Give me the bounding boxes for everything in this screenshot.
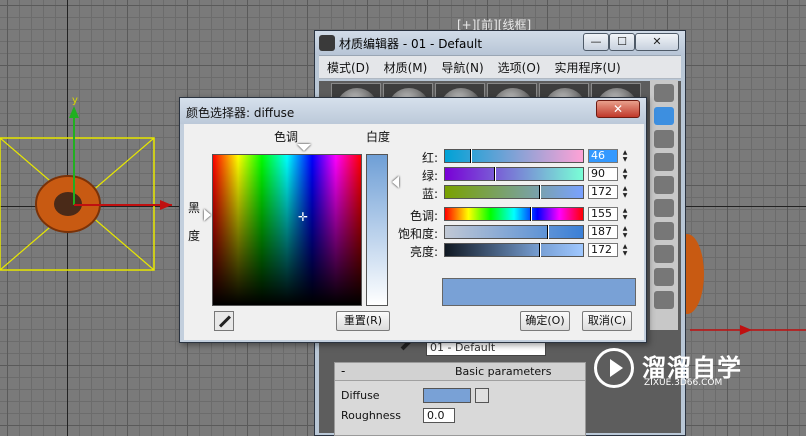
saturation-value-field[interactable]: 187 (588, 225, 618, 239)
green-value-field[interactable]: 90 (588, 167, 618, 181)
green-slider-row: 绿: 90 ▲ ▼ (394, 166, 640, 183)
blackness-marker-icon[interactable] (204, 209, 211, 221)
sphere-icon[interactable] (654, 84, 674, 102)
red-slider-row: 红: 46 ▲ ▼ (394, 148, 640, 165)
hue-slider[interactable] (444, 207, 584, 221)
basic-parameters-rollout: - Basic parameters Diffuse Roughness 0.0 (334, 362, 586, 436)
background-icon[interactable] (654, 153, 674, 171)
blue-slider[interactable] (444, 185, 584, 199)
basic-parameters-title: Basic parameters (455, 365, 552, 378)
color-icon[interactable] (654, 176, 674, 194)
whiteness-bar[interactable] (366, 154, 388, 306)
select-icon[interactable] (654, 245, 674, 263)
menu-material[interactable]: 材质(M) (384, 59, 428, 76)
restore-button[interactable]: ☐ (609, 33, 635, 51)
saturation-slider-row: 饱和度: 187 ▲ ▼ (394, 224, 640, 241)
red-slider-thumb[interactable] (470, 149, 472, 163)
gizmo-arrow-y (69, 106, 79, 118)
value-value-field[interactable]: 172 (588, 243, 618, 257)
saturation-slider-thumb[interactable] (547, 225, 549, 239)
cancel-button[interactable]: 取消(C) (582, 311, 632, 331)
app-icon (319, 35, 335, 51)
color-picker-body: 色调 白度 黑度 ✛ 重置(R) 确定(O) 取消(C) 红: 46 ▲ ▼ 绿: (184, 124, 644, 340)
red-spinner[interactable]: ▲ ▼ (620, 149, 630, 163)
red-value-field[interactable]: 46 (588, 149, 618, 163)
green-label: 绿: (421, 169, 438, 183)
blue-slider-row: 蓝: 172 ▲ ▼ (394, 184, 640, 201)
material-editor-title: 材质编辑器 - 01 - Default (339, 36, 483, 51)
color-picker-dialog: 颜色选择器: diffuse ✕ 色调 白度 黑度 ✛ 重置(R) 确定(O) … (179, 97, 647, 343)
close-button[interactable]: ✕ (635, 33, 679, 51)
blackness-label: 黑度 (188, 201, 201, 243)
hue-blackness-field[interactable]: ✛ (212, 154, 362, 306)
current-color-swatch (442, 278, 636, 306)
green-slider[interactable] (444, 167, 584, 181)
assign-icon[interactable] (654, 222, 674, 240)
ok-button[interactable]: 确定(O) (520, 311, 570, 331)
hue-slider-thumb[interactable] (530, 207, 532, 221)
diffuse-map-button[interactable] (475, 388, 489, 403)
roughness-field[interactable]: 0.0 (423, 408, 455, 423)
value-slider-thumb[interactable] (539, 243, 541, 257)
hue-slider-label: 色调: (409, 209, 438, 223)
blue-slider-thumb[interactable] (539, 185, 541, 199)
saturation-slider[interactable] (444, 225, 584, 239)
watermark-url: ZIXUE.3D66.COM (644, 378, 723, 388)
gizmo-label-y: y (72, 95, 78, 106)
hue-label: 色调 (274, 130, 299, 144)
whiteness-label: 白度 (366, 130, 391, 144)
watermark-logo: 溜溜自学 ZIXUE.3D66.COM (580, 340, 762, 396)
menu-utilities[interactable]: 实用程序(U) (554, 59, 620, 76)
material-editor-side-toolbar (650, 80, 678, 330)
blue-spinner[interactable]: ▲ ▼ (620, 185, 630, 199)
green-spinner[interactable]: ▲ ▼ (620, 167, 630, 181)
crosshair-icon: ✛ (298, 210, 309, 224)
close-button[interactable]: ✕ (596, 100, 640, 118)
hue-marker-icon[interactable] (297, 144, 311, 151)
blue-value-field[interactable]: 172 (588, 185, 618, 199)
saturation-label: 饱和度: (397, 227, 438, 241)
minimize-button[interactable]: — (583, 33, 609, 51)
hue-spinner[interactable]: ▲ ▼ (620, 207, 630, 221)
color-picker-titlebar[interactable]: 颜色选择器: diffuse ✕ (180, 98, 646, 124)
material-editor-titlebar[interactable]: 材质编辑器 - 01 - Default — ☐ ✕ (315, 31, 685, 55)
value-slider-row: 亮度: 172 ▲ ▼ (394, 242, 640, 259)
saturation-spinner[interactable]: ▲ ▼ (620, 225, 630, 239)
color-picker-title: 颜色选择器: diffuse (186, 106, 295, 120)
options-icon[interactable] (654, 291, 674, 309)
hue-value-field[interactable]: 155 (588, 207, 618, 221)
diffuse-color-swatch[interactable] (423, 388, 471, 403)
menu-mode[interactable]: 模式(D) (327, 59, 370, 76)
green-slider-thumb[interactable] (494, 167, 496, 181)
menu-navigation[interactable]: 导航(N) (441, 59, 483, 76)
red-slider[interactable] (444, 149, 584, 163)
gizmo-arrow-x (160, 200, 172, 210)
value-label: 亮度: (409, 245, 438, 259)
menu-options[interactable]: 选项(O) (498, 59, 541, 76)
red-label: 红: (421, 151, 438, 165)
eyedropper-button[interactable] (214, 311, 234, 331)
hue-slider-row: 色调: 155 ▲ ▼ (394, 206, 640, 223)
zoom-icon[interactable] (654, 107, 674, 125)
collapse-icon[interactable]: - (341, 364, 345, 378)
play-icon (610, 359, 623, 377)
roughness-label: Roughness (341, 409, 402, 422)
basic-parameters-header[interactable]: - Basic parameters (335, 363, 585, 381)
blue-label: 蓝: (421, 187, 438, 201)
checker-icon[interactable] (654, 130, 674, 148)
material-editor-menubar: 模式(D) 材质(M) 导航(N) 选项(O) 实用程序(U) (319, 55, 681, 79)
reset-button[interactable]: 重置(R) (336, 311, 390, 331)
viewport-red-arrow (740, 325, 752, 335)
eraser-icon[interactable] (654, 199, 674, 217)
value-slider[interactable] (444, 243, 584, 257)
hierarchy-icon[interactable] (654, 268, 674, 286)
diffuse-label: Diffuse (341, 389, 380, 402)
value-spinner[interactable]: ▲ ▼ (620, 243, 630, 257)
